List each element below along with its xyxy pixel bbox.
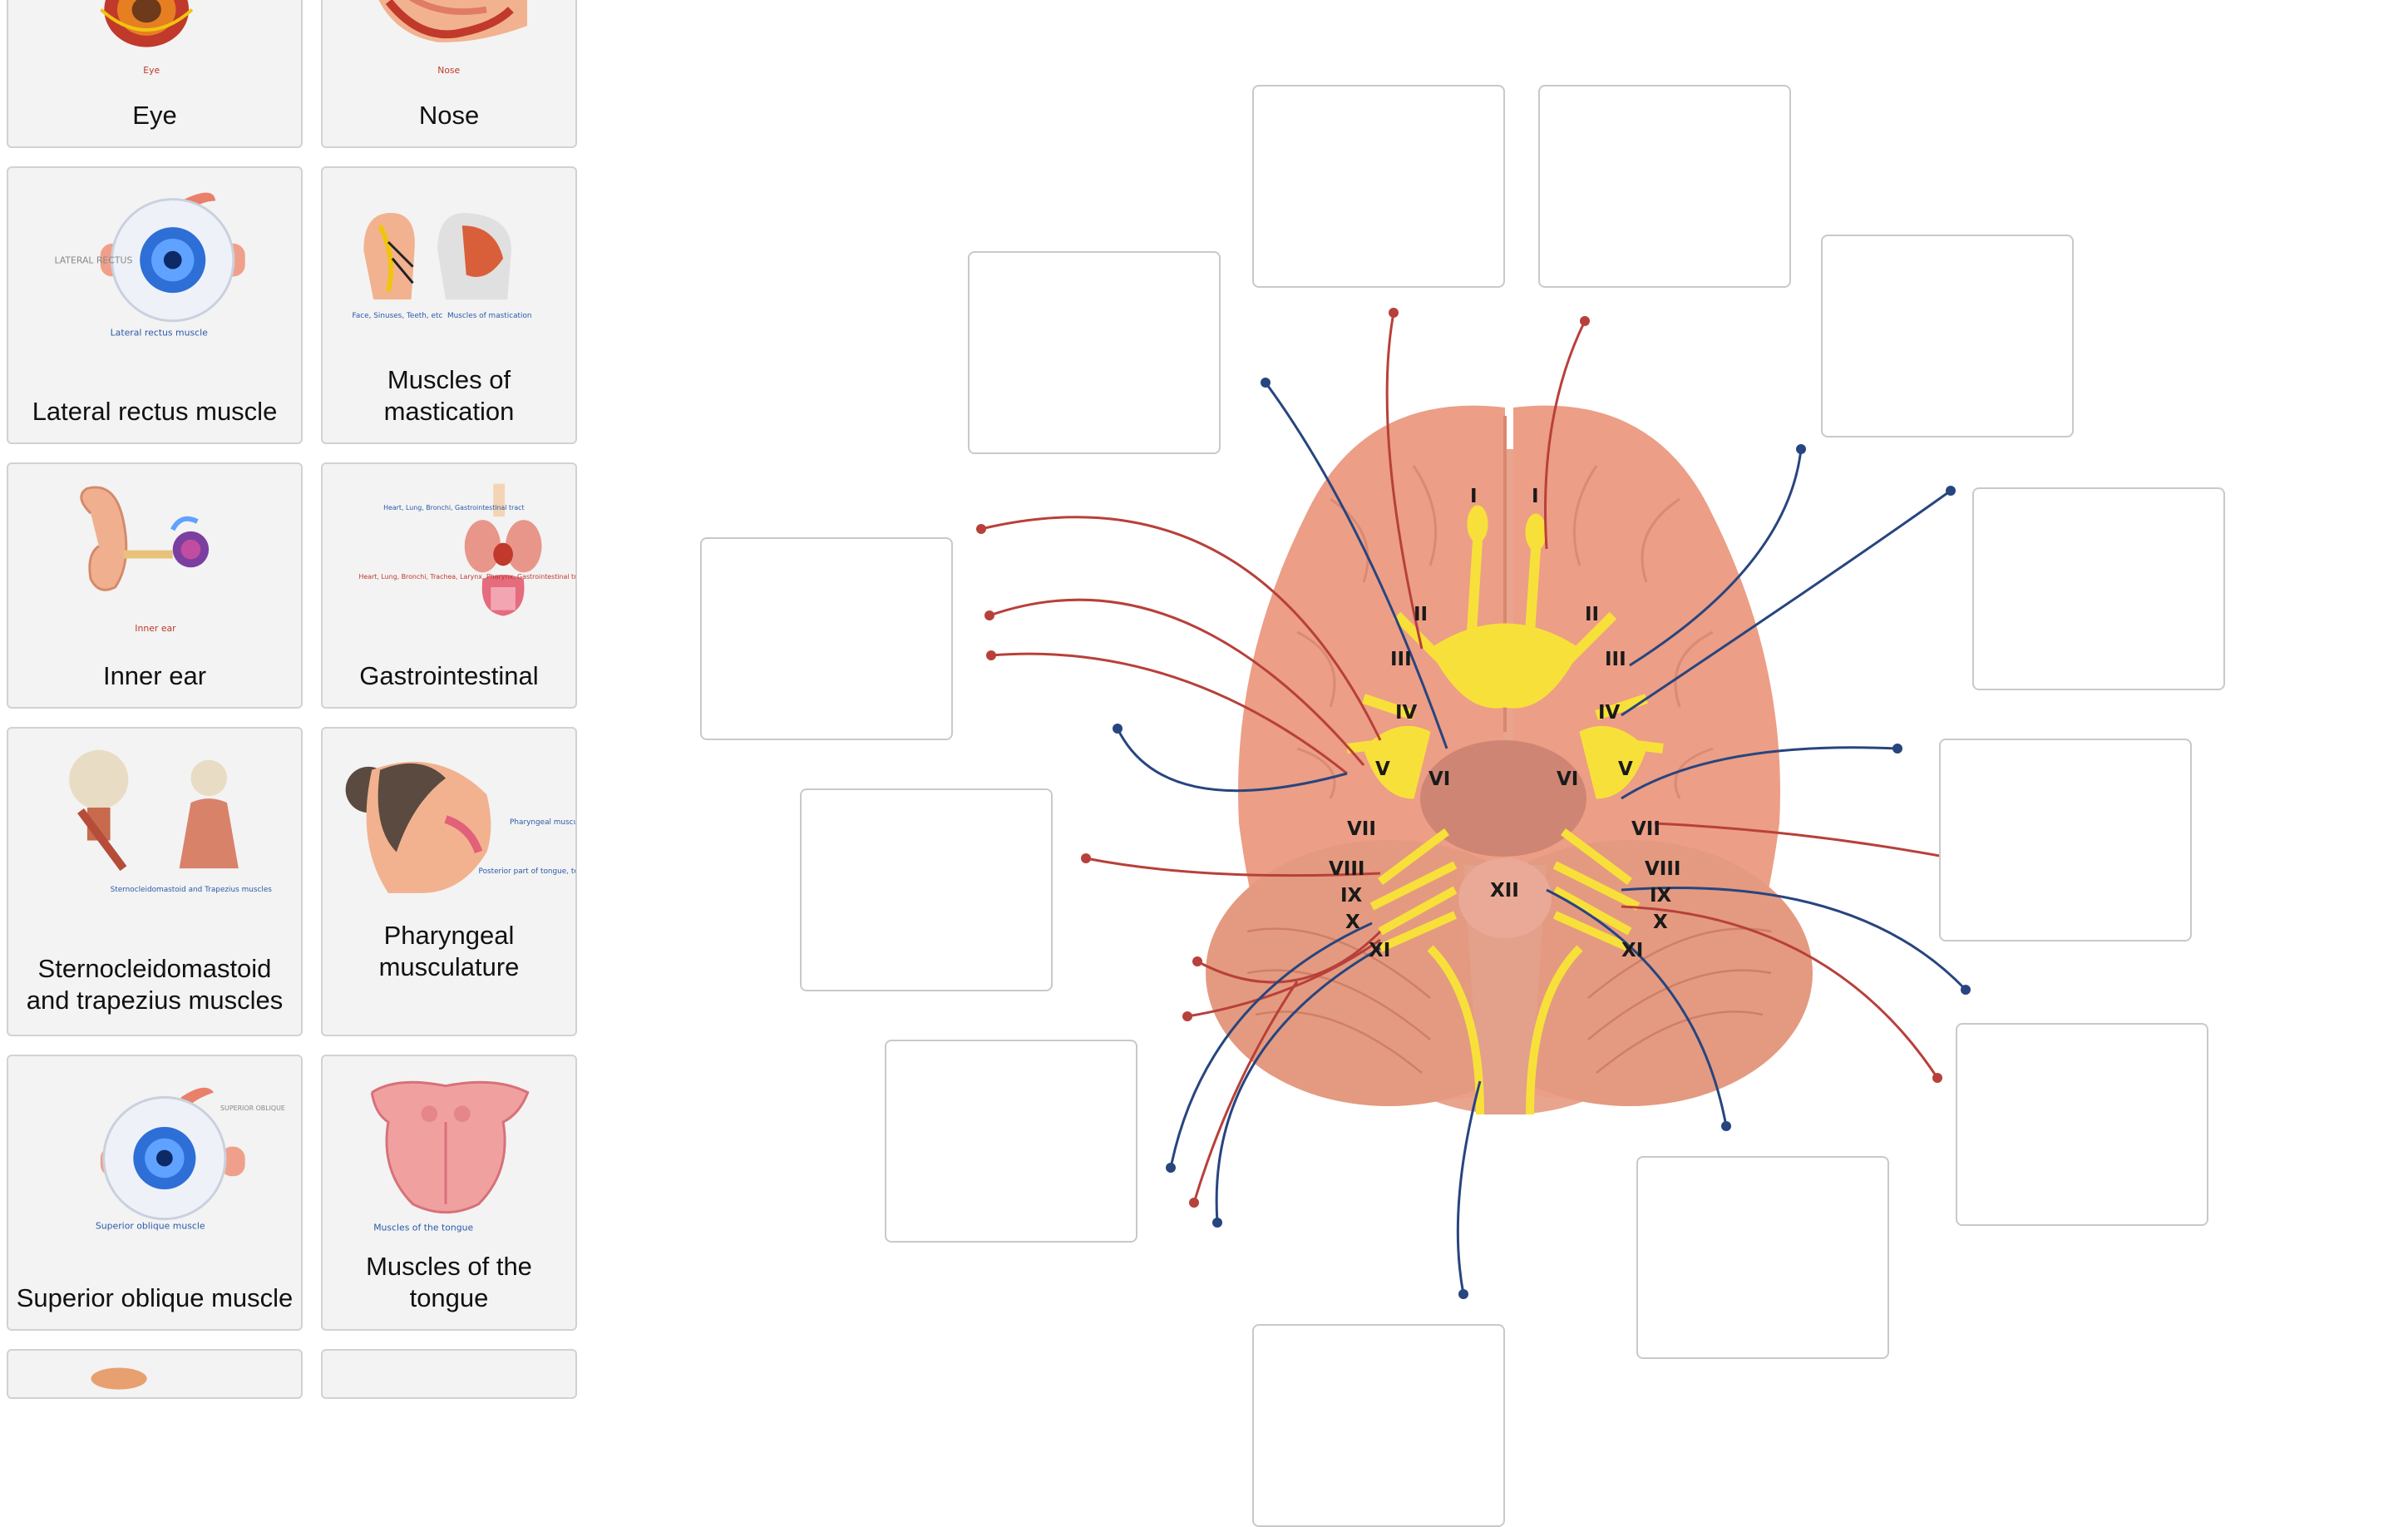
cn-label-viii-left: VIII — [1329, 858, 1364, 880]
cn-label-i-right: I — [1532, 486, 1539, 507]
cn-label-vii-right: VII — [1631, 818, 1660, 840]
cn-label-v-right: V — [1618, 759, 1633, 780]
cn-label-vi-left: VI — [1429, 768, 1450, 790]
cn-label-ii-right: II — [1585, 604, 1599, 625]
cn-label-i-left: I — [1470, 486, 1478, 507]
cn-label-xii: XII — [1490, 880, 1519, 902]
drop-target[interactable] — [1956, 1023, 2208, 1226]
drop-target[interactable] — [1972, 487, 2225, 690]
drop-target[interactable] — [1636, 1156, 1889, 1359]
drop-target[interactable] — [885, 1040, 1137, 1243]
drop-target[interactable] — [968, 251, 1221, 454]
drop-target[interactable] — [700, 537, 953, 740]
drop-target[interactable] — [1939, 739, 2192, 941]
drop-target[interactable] — [1252, 1324, 1505, 1527]
drop-target[interactable] — [1538, 85, 1791, 288]
cn-label-iii-right: III — [1605, 649, 1626, 670]
drop-target[interactable] — [800, 788, 1053, 991]
cn-label-ii-left: II — [1414, 604, 1428, 625]
cn-label-ix-right: IX — [1650, 885, 1672, 907]
drop-target[interactable] — [1252, 85, 1505, 288]
cn-label-x-right: X — [1653, 912, 1668, 933]
cn-label-v-left: V — [1375, 759, 1390, 780]
cn-label-vii-left: VII — [1347, 818, 1376, 840]
cn-label-x-left: X — [1345, 912, 1360, 933]
cn-label-xi-left: XI — [1369, 940, 1390, 961]
cn-label-viii-right: VIII — [1645, 858, 1680, 880]
cn-label-iv-right: IV — [1598, 702, 1621, 724]
cn-label-ix-left: IX — [1340, 885, 1363, 907]
cn-label-iv-left: IV — [1395, 702, 1418, 724]
cn-label-iii-left: III — [1390, 649, 1412, 670]
drop-target[interactable] — [1821, 235, 2074, 437]
cn-label-xi-right: XI — [1621, 940, 1643, 961]
cn-label-vi-right: VI — [1557, 768, 1578, 790]
